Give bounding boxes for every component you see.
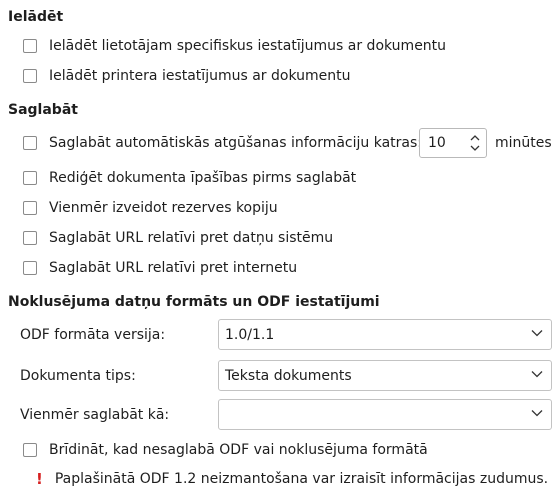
always-save-as-label: Vienmēr saglabāt kā:	[20, 407, 170, 423]
autorecovery-option[interactable]: Saglabāt automātiskās atgūšanas informāc…	[23, 128, 422, 158]
odf-notice: ! Paplašinātā ODF 1.2 neizmantošana var …	[36, 470, 548, 488]
load-user-settings-checkbox[interactable]	[23, 39, 37, 53]
autorecovery-label: Saglabāt automātiskās atgūšanas informāc…	[49, 135, 423, 151]
chevron-down-icon	[531, 371, 543, 378]
doc-type-dropdown[interactable]: Teksta dokuments	[218, 360, 552, 391]
autorecovery-minutes-spinbox[interactable]: 10	[419, 128, 487, 158]
warn-non-odf-option[interactable]: Brīdināt, kad nesaglabā ODF vai noklusēj…	[23, 442, 428, 458]
odf-version-value: 1.0/1.1	[225, 326, 275, 343]
backup-copy-label: Vienmēr izveidot rezerves kopiju	[49, 200, 278, 216]
autorecovery-unit-label: minūtes	[495, 135, 552, 151]
edit-properties-option[interactable]: Rediģēt dokumenta īpašības pirms saglabā…	[23, 170, 356, 186]
load-printer-settings-option[interactable]: Ielādēt printera iestatījumus ar dokumen…	[23, 68, 350, 84]
edit-properties-label: Rediģēt dokumenta īpašības pirms saglabā…	[49, 170, 357, 186]
spinner-arrows-icon[interactable]	[466, 129, 484, 157]
autorecovery-checkbox[interactable]	[23, 136, 37, 150]
load-user-settings-option[interactable]: Ielādēt lietotājam specifiskus iestatīju…	[23, 38, 446, 54]
load-printer-settings-label: Ielādēt printera iestatījumus ar dokumen…	[49, 68, 351, 84]
url-filesystem-checkbox[interactable]	[23, 231, 37, 245]
warn-non-odf-checkbox[interactable]	[23, 443, 37, 457]
doc-type-label: Dokumenta tips:	[20, 368, 136, 384]
save-section-title: Saglabāt	[8, 102, 78, 118]
url-internet-option[interactable]: Saglabāt URL relatīvi pret internetu	[23, 260, 297, 276]
url-filesystem-option[interactable]: Saglabāt URL relatīvi pret datņu sistēmu	[23, 230, 333, 246]
warn-non-odf-label: Brīdināt, kad nesaglabā ODF vai noklusēj…	[49, 442, 428, 458]
load-section-title: Ielādēt	[8, 9, 64, 25]
always-save-as-dropdown[interactable]	[218, 399, 552, 430]
url-filesystem-label: Saglabāt URL relatīvi pret datņu sistēmu	[49, 230, 334, 246]
exclamation-icon: !	[36, 470, 43, 488]
backup-copy-option[interactable]: Vienmēr izveidot rezerves kopiju	[23, 200, 278, 216]
odf-version-dropdown[interactable]: 1.0/1.1	[218, 319, 552, 350]
doc-type-value: Teksta dokuments	[225, 367, 352, 384]
autorecovery-minutes-value[interactable]: 10	[420, 135, 466, 151]
backup-copy-checkbox[interactable]	[23, 201, 37, 215]
chevron-down-icon	[531, 410, 543, 417]
odf-version-label: ODF formāta versija:	[20, 327, 166, 343]
load-printer-settings-checkbox[interactable]	[23, 69, 37, 83]
odf-notice-text: Paplašinātā ODF 1.2 neizmantošana var iz…	[54, 471, 549, 487]
url-internet-label: Saglabāt URL relatīvi pret internetu	[49, 260, 298, 276]
edit-properties-checkbox[interactable]	[23, 171, 37, 185]
odf-section-title: Noklusējuma datņu formāts un ODF iestatī…	[8, 294, 380, 310]
url-internet-checkbox[interactable]	[23, 261, 37, 275]
chevron-down-icon	[531, 330, 543, 337]
load-user-settings-label: Ielādēt lietotājam specifiskus iestatīju…	[49, 38, 447, 54]
